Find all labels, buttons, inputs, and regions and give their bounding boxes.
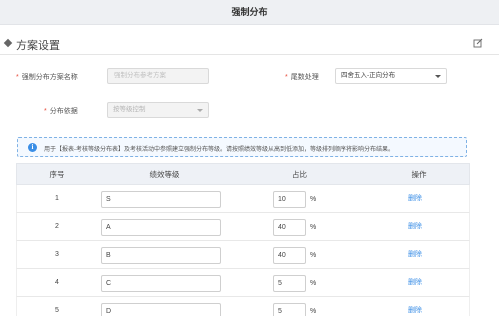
header-grade: 绩效等级 bbox=[149, 170, 180, 179]
percent-input[interactable]: 40 bbox=[273, 219, 306, 236]
rounding-select[interactable]: 四舍五入-正向分布 bbox=[335, 68, 447, 84]
percent-input[interactable]: 10 bbox=[273, 191, 306, 208]
info-icon: i bbox=[28, 143, 37, 152]
row-index: 5 bbox=[55, 307, 59, 314]
percent-unit: % bbox=[310, 280, 317, 287]
required-mark: * bbox=[44, 108, 47, 115]
scheme-name-field[interactable]: 强制分布参考方案 bbox=[107, 68, 209, 84]
delete-link[interactable]: 删除 bbox=[408, 241, 422, 269]
header-percent: 占比 bbox=[292, 170, 307, 179]
scheme-name-label: * 强制分布方案名称 bbox=[16, 74, 78, 81]
table-row: 2 A 40 % 删除 bbox=[16, 213, 470, 241]
section-header: 方案设置 bbox=[0, 33, 499, 55]
notice-text: 用于【报表-考核等级分布表】及考核活动中参照建立强制分布等级。请按照绩效等级从高… bbox=[44, 147, 395, 153]
edit-icon[interactable] bbox=[473, 38, 483, 48]
rounding-label: * 尾数处理 bbox=[285, 74, 319, 81]
grade-input[interactable]: D bbox=[101, 303, 221, 316]
percent-unit: % bbox=[310, 196, 317, 203]
table-row: 3 B 40 % 删除 bbox=[16, 241, 470, 269]
grade-input[interactable]: C bbox=[101, 275, 221, 292]
delete-link[interactable]: 删除 bbox=[408, 269, 422, 297]
required-mark: * bbox=[16, 74, 19, 81]
row-index: 1 bbox=[55, 195, 59, 202]
diamond-bullet-icon bbox=[3, 38, 13, 48]
required-mark: * bbox=[285, 74, 288, 81]
basis-value: 按等级控制 bbox=[113, 106, 146, 113]
rounding-value: 四舍五入-正向分布 bbox=[341, 72, 396, 79]
percent-unit: % bbox=[310, 308, 317, 315]
delete-link[interactable]: 删除 bbox=[408, 213, 422, 241]
grade-input[interactable]: A bbox=[101, 219, 221, 236]
table-row: 5 D 5 % 删除 bbox=[16, 297, 470, 316]
row-index: 3 bbox=[55, 251, 59, 258]
section-title: 方案设置 bbox=[16, 40, 60, 52]
chevron-down-icon bbox=[197, 109, 203, 112]
table-row: 4 C 5 % 删除 bbox=[16, 269, 470, 297]
header-action: 操作 bbox=[411, 170, 427, 179]
chevron-down-icon bbox=[435, 75, 441, 78]
header-index: 序号 bbox=[49, 170, 65, 179]
grade-input[interactable]: B bbox=[101, 247, 221, 264]
percent-unit: % bbox=[310, 224, 317, 231]
delete-link[interactable]: 删除 bbox=[408, 297, 422, 316]
basis-label: * 分布依据 bbox=[44, 108, 78, 115]
percent-input[interactable]: 5 bbox=[273, 303, 306, 316]
table-header: 序号 绩效等级 占比 操作 bbox=[16, 163, 470, 185]
delete-link[interactable]: 删除 bbox=[408, 185, 422, 213]
table-row: 1 S 10 % 删除 bbox=[16, 185, 470, 213]
percent-unit: % bbox=[310, 252, 317, 259]
percent-input[interactable]: 40 bbox=[273, 247, 306, 264]
info-notice: i 用于【报表-考核等级分布表】及考核活动中参照建立强制分布等级。请按照绩效等级… bbox=[17, 137, 467, 157]
grade-input[interactable]: S bbox=[101, 191, 221, 208]
percent-input[interactable]: 5 bbox=[273, 275, 306, 292]
row-index: 4 bbox=[55, 279, 59, 286]
page-title: 强制分布 bbox=[231, 7, 268, 17]
title-bar: 强制分布 bbox=[0, 0, 499, 25]
basis-select[interactable]: 按等级控制 bbox=[107, 102, 209, 118]
row-index: 2 bbox=[55, 223, 59, 230]
